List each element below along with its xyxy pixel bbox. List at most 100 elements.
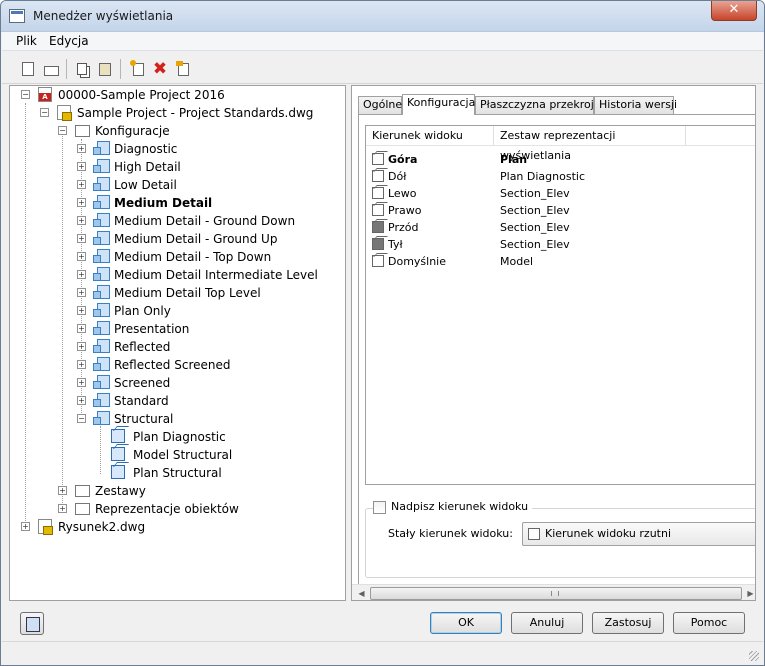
tab-cut-plane[interactable]: Płaszczyzna przekroju — [475, 96, 601, 114]
list-row[interactable]: Dół Plan Diagnostic — [366, 168, 755, 185]
tree-item-label: Plan Structural — [133, 466, 222, 480]
tree-guide — [100, 426, 101, 474]
tab-general[interactable]: Ogólne — [358, 96, 402, 114]
folder-icon — [75, 125, 90, 137]
expand-icon[interactable]: + — [77, 234, 86, 243]
copy-button[interactable] — [73, 60, 91, 78]
list-cell-display-set: Section_Elev — [500, 221, 570, 234]
folder-icon — [75, 503, 90, 515]
view-cube-front-icon — [372, 221, 384, 233]
paste-button[interactable] — [96, 60, 114, 78]
expand-icon[interactable]: + — [77, 324, 86, 333]
list-cell-display-set: Section_Elev — [500, 204, 570, 217]
configuration-icon — [93, 411, 110, 425]
override-view-direction-label: Nadpisz kierunek widoku — [391, 500, 529, 513]
override-view-direction-checkbox-row[interactable]: Nadpisz kierunek widoku — [373, 499, 533, 515]
tab-configuration[interactable]: Konfiguracja — [402, 94, 475, 115]
configuration-icon — [93, 339, 110, 353]
expand-icon[interactable]: + — [77, 216, 86, 225]
apply-button[interactable]: Zastosuj — [592, 612, 664, 634]
list-row[interactable]: Tył Section_Elev — [366, 236, 755, 253]
tree-item-label: Medium Detail Intermediate Level — [114, 268, 318, 282]
display-manager-window: Menedżer wyświetlania ✕ Plik Edycja ✖ − … — [0, 0, 765, 666]
tree-item-label: 00000-Sample Project 2016 — [58, 88, 225, 102]
view-cube-top-icon — [372, 153, 384, 165]
view-cube-right-icon — [372, 204, 384, 216]
list-row[interactable]: Góra Plan — [366, 151, 755, 168]
tree-guide — [62, 131, 63, 511]
expand-icon[interactable]: + — [77, 306, 86, 315]
list-row[interactable]: Lewo Section_Elev — [366, 185, 755, 202]
tree-item-label: Diagnostic — [114, 142, 178, 156]
column-header-display-set[interactable]: Zestaw reprezentacji wyświetlania — [494, 126, 686, 162]
expand-icon[interactable]: + — [77, 288, 86, 297]
expand-icon[interactable]: + — [58, 504, 67, 513]
tab-version-history[interactable]: Historia wersji — [594, 96, 677, 114]
list-row[interactable]: Prawo Section_Elev — [366, 202, 755, 219]
delete-button[interactable]: ✖ — [151, 60, 169, 78]
display-manager-app-icon — [9, 9, 25, 23]
tree-guide — [25, 103, 26, 529]
drawing-icon — [38, 519, 53, 535]
tree-item-label: Medium Detail — [114, 196, 213, 210]
resize-grip-icon[interactable] — [749, 651, 759, 661]
expand-icon[interactable]: + — [77, 378, 86, 387]
collapse-icon[interactable]: − — [40, 108, 49, 117]
open-icon — [43, 65, 59, 76]
expand-icon[interactable]: + — [77, 396, 86, 405]
configuration-tree[interactable]: − 00000-Sample Project 2016 − Sample Pro… — [9, 85, 346, 601]
override-view-direction-checkbox[interactable] — [373, 501, 386, 514]
tree-item-label: Reprezentacje obiektów — [95, 502, 239, 516]
horizontal-scrollbar[interactable]: ◀ ▶ — [352, 584, 755, 600]
expand-icon[interactable]: + — [77, 144, 86, 153]
expand-icon[interactable]: + — [77, 180, 86, 189]
expand-icon[interactable]: + — [58, 486, 67, 495]
view-direction-list[interactable]: Kierunek widoku Zestaw reprezentacji wyś… — [365, 125, 755, 485]
new-configuration-button[interactable] — [129, 59, 147, 78]
expand-icon[interactable]: + — [77, 360, 86, 369]
scrollbar-thumb[interactable] — [370, 587, 742, 600]
display-set-icon — [111, 465, 125, 479]
scroll-left-arrow-icon[interactable]: ◀ — [353, 586, 370, 600]
close-button[interactable]: ✕ — [711, 1, 757, 21]
new-button[interactable] — [19, 60, 37, 78]
cancel-button[interactable]: Anuluj — [511, 612, 583, 634]
configuration-icon — [93, 159, 110, 173]
help-button[interactable]: Pomoc — [673, 612, 745, 634]
tree-item-label: Medium Detail - Ground Down — [114, 214, 296, 228]
context-help-button[interactable] — [20, 612, 44, 635]
view-cube-left-icon — [372, 187, 384, 199]
purge-button[interactable] — [174, 60, 192, 78]
expand-icon[interactable]: + — [77, 252, 86, 261]
tree-item-label: Medium Detail Top Level — [114, 286, 261, 300]
expand-icon[interactable]: + — [77, 342, 86, 351]
pane-splitter[interactable] — [347, 85, 350, 601]
list-cell-display-set: Section_Elev — [500, 187, 570, 200]
expand-icon[interactable]: + — [21, 522, 30, 531]
configuration-icon — [93, 177, 110, 191]
properties-panel: Ogólne Konfiguracja Płaszczyzna przekroj… — [351, 85, 756, 601]
expand-icon[interactable]: + — [77, 198, 86, 207]
menu-edit[interactable]: Edycja — [49, 34, 89, 48]
menu-file[interactable]: Plik — [16, 34, 37, 48]
list-row[interactable]: Domyślnie Model — [366, 253, 755, 270]
project-icon — [38, 87, 52, 102]
status-bar — [2, 641, 763, 665]
dialog-button-bar: OK Anuluj Zastosuj Pomoc — [2, 603, 763, 639]
list-row[interactable]: Przód Section_Elev — [366, 219, 755, 236]
fixed-view-direction-value: Kierunek widoku rzutni — [545, 527, 672, 540]
expand-icon[interactable]: + — [77, 162, 86, 171]
list-cell-display-set: Section_Elev — [500, 238, 570, 251]
list-cell-direction: Prawo — [388, 204, 422, 217]
expand-icon[interactable]: + — [77, 270, 86, 279]
configuration-icon — [93, 303, 110, 317]
collapse-icon[interactable]: − — [58, 126, 67, 135]
collapse-icon[interactable]: − — [21, 90, 30, 99]
collapse-icon[interactable]: − — [77, 414, 86, 423]
ok-button[interactable]: OK — [430, 612, 502, 634]
column-header-view-direction[interactable]: Kierunek widoku — [366, 126, 494, 146]
copy-icon — [77, 63, 87, 75]
open-button[interactable] — [42, 60, 60, 78]
scroll-right-arrow-icon[interactable]: ▶ — [742, 586, 755, 600]
fixed-view-direction-dropdown[interactable]: Kierunek widoku rzutni — [522, 522, 755, 546]
